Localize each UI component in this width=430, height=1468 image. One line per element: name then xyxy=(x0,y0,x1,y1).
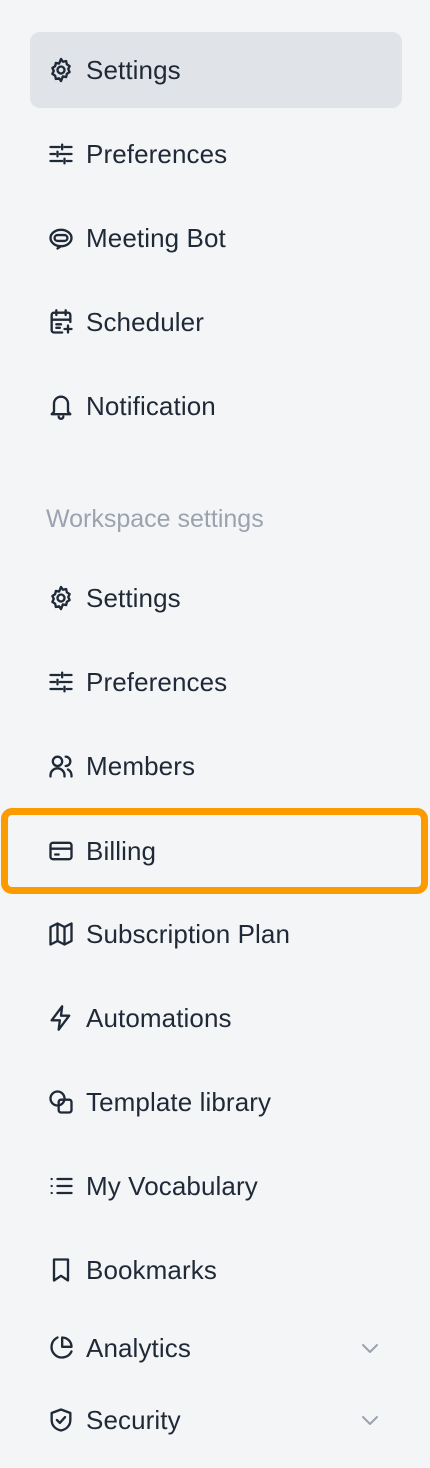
sidebar-item-label: Members xyxy=(86,750,196,781)
sidebar-item-label: Scheduler xyxy=(86,306,204,337)
sidebar-item-scheduler[interactable]: Scheduler xyxy=(30,284,402,360)
sidebar-item-label: Settings xyxy=(86,582,181,613)
sidebar-item-automations[interactable]: Automations xyxy=(30,980,402,1056)
sidebar-item-meeting-bot[interactable]: Meeting Bot xyxy=(30,200,402,276)
calendar-icon xyxy=(46,307,76,337)
sidebar-item-label: Analytics xyxy=(86,1332,191,1363)
sidebar-item-workspace-preferences[interactable]: Preferences xyxy=(30,644,402,720)
sidebar-item-label: Notification xyxy=(86,390,216,421)
pie-chart-icon xyxy=(46,1333,76,1363)
sidebar-item-my-vocabulary[interactable]: My Vocabulary xyxy=(30,1148,402,1224)
sidebar-item-template-library[interactable]: Template library xyxy=(30,1064,402,1140)
shield-check-icon xyxy=(46,1405,76,1435)
gear-icon xyxy=(46,583,76,613)
gear-icon xyxy=(46,55,76,85)
sidebar-item-label: My Vocabulary xyxy=(86,1170,258,1201)
sidebar-item-workspace-settings[interactable]: Settings xyxy=(30,560,402,636)
sidebar-item-label: Bookmarks xyxy=(86,1254,217,1285)
chevron-down-icon[interactable] xyxy=(358,1408,382,1432)
sidebar-item-label: Preferences xyxy=(86,138,228,169)
sliders-icon xyxy=(46,667,76,697)
sidebar-item-label: Template library xyxy=(86,1086,272,1117)
lightning-icon xyxy=(46,1003,76,1033)
chevron-down-icon[interactable] xyxy=(358,1336,382,1360)
sidebar-item-subscription-plan[interactable]: Subscription Plan xyxy=(30,896,402,972)
users-icon xyxy=(46,751,76,781)
sidebar-item-preferences[interactable]: Preferences xyxy=(30,116,402,192)
bookmark-icon xyxy=(46,1255,76,1285)
sidebar-item-label: Settings xyxy=(86,54,181,85)
sidebar-item-members[interactable]: Members xyxy=(30,728,402,804)
workspace-settings-heading: Workspace settings xyxy=(46,505,264,533)
sidebar-item-label: Meeting Bot xyxy=(86,222,226,253)
sidebar-item-settings[interactable]: Settings xyxy=(30,32,402,108)
sidebar-item-notification[interactable]: Notification xyxy=(30,368,402,444)
map-icon xyxy=(46,919,76,949)
sidebar-item-bookmarks[interactable]: Bookmarks xyxy=(30,1232,402,1308)
sidebar-item-label: Preferences xyxy=(86,666,228,697)
sidebar-item-label: Subscription Plan xyxy=(86,918,291,949)
sidebar-item-analytics[interactable]: Analytics xyxy=(30,1310,402,1386)
list-icon xyxy=(46,1171,76,1201)
sidebar-item-label: Billing xyxy=(86,835,157,866)
shapes-icon xyxy=(46,1087,76,1117)
bot-icon xyxy=(46,223,76,253)
credit-card-icon xyxy=(46,836,76,866)
bell-icon xyxy=(46,391,76,421)
sidebar-item-label: Security xyxy=(86,1404,181,1435)
sidebar-item-security[interactable]: Security xyxy=(30,1382,402,1458)
sliders-icon xyxy=(46,139,76,169)
settings-sidebar: Settings Preferences Meeting Bot Schedul… xyxy=(0,0,430,1468)
sidebar-item-label: Automations xyxy=(86,1002,232,1033)
sidebar-item-billing[interactable]: Billing xyxy=(1,808,428,894)
